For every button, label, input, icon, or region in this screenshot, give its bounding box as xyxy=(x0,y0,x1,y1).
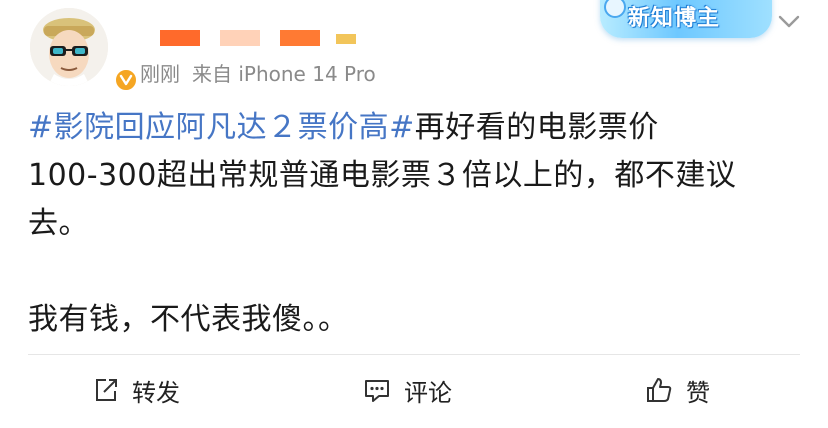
content-line-1: #影院回应阿凡达２票价高#再好看的电影票价 xyxy=(28,104,808,152)
topic-link[interactable]: #影院回应阿凡达２票价高# xyxy=(28,110,415,145)
repost-icon xyxy=(96,379,117,401)
redaction-block xyxy=(160,30,200,46)
post-meta: 刚刚 来自 iPhone 14 Pro xyxy=(140,58,376,87)
chevron-down-icon[interactable] xyxy=(776,8,802,34)
repost-button[interactable]: 转发 xyxy=(92,366,180,414)
verified-badge-icon xyxy=(114,68,138,92)
author-avatar[interactable] xyxy=(28,8,138,94)
post-source: 来自 iPhone 14 Pro xyxy=(192,62,376,86)
comment-button[interactable]: 评论 xyxy=(362,366,452,414)
badge-emblem-icon xyxy=(604,0,626,18)
blogger-badge[interactable]: 新知博主 xyxy=(600,0,772,38)
post-content: #影院回应阿凡达２票价高#再好看的电影票价 100-300超出常规普通电影票３倍… xyxy=(28,104,808,344)
badge-label: 新知博主 xyxy=(628,6,721,31)
content-line-3: 去。 xyxy=(28,206,89,241)
post-time: 刚刚 xyxy=(140,62,180,86)
redaction-block xyxy=(220,30,260,46)
action-bar: 转发 评论 赞 xyxy=(0,366,828,414)
comment-label: 评论 xyxy=(404,378,452,407)
avatar-image xyxy=(30,8,108,86)
content-text: 再好看的电影票价 xyxy=(414,110,659,145)
like-button[interactable]: 赞 xyxy=(644,366,710,414)
repost-label: 转发 xyxy=(132,378,180,407)
content-line-2: 100-300超出常规普通电影票３倍以上的，都不建议 xyxy=(28,158,737,193)
like-label: 赞 xyxy=(686,378,710,407)
avatar-illustration xyxy=(30,8,108,86)
redaction-block xyxy=(280,30,320,46)
comment-icon xyxy=(365,380,389,402)
redaction-block xyxy=(336,34,356,44)
content-paragraph-2: 我有钱，不代表我傻。。 xyxy=(28,302,349,337)
thumbs-up-icon xyxy=(647,378,672,402)
divider xyxy=(28,354,800,355)
author-name-redacted[interactable] xyxy=(160,26,360,48)
